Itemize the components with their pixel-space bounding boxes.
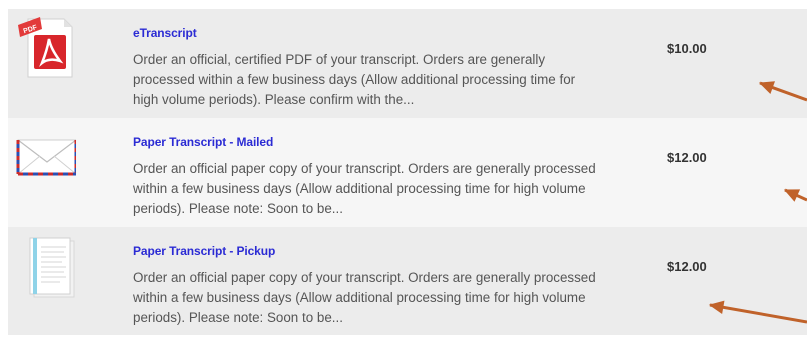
product-description: Order an official, certified PDF of your… xyxy=(133,52,576,107)
product-row-paper-pickup[interactable]: Paper Transcript - Pickup Order an offic… xyxy=(8,227,807,335)
product-row-etranscript[interactable]: PDF eTranscript Order an official, certi… xyxy=(8,9,807,118)
product-title-link[interactable]: Paper Transcript - Mailed xyxy=(133,135,273,149)
envelope-icon xyxy=(14,124,78,190)
product-price: $10.00 xyxy=(667,41,707,56)
product-title-link[interactable]: Paper Transcript - Pickup xyxy=(133,244,275,258)
product-price: $12.00 xyxy=(667,150,707,165)
paper-document-icon xyxy=(14,233,76,299)
product-row-paper-mailed[interactable]: Paper Transcript - Mailed Order an offic… xyxy=(8,118,807,227)
pdf-icon: PDF xyxy=(14,15,76,81)
product-title-link[interactable]: eTranscript xyxy=(133,26,197,40)
product-price: $12.00 xyxy=(667,259,707,274)
product-list: PDF eTranscript Order an official, certi… xyxy=(8,9,807,335)
product-description: Order an official paper copy of your tra… xyxy=(133,270,596,325)
product-description: Order an official paper copy of your tra… xyxy=(133,161,596,216)
